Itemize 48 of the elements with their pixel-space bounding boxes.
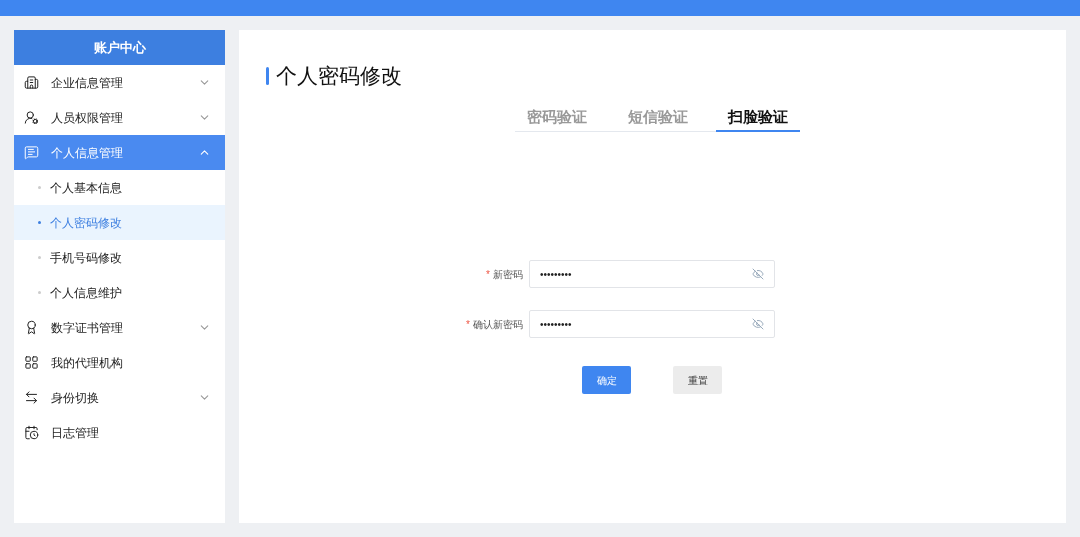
message-icon [24, 145, 39, 160]
arrows-icon [24, 390, 39, 405]
user-icon [24, 110, 39, 125]
sidebar-item[interactable]: 身份切换 [14, 380, 225, 415]
eye-off-icon [752, 318, 764, 330]
bullet-icon [38, 291, 41, 294]
sidebar-subitem[interactable]: 个人基本信息 [14, 170, 225, 205]
sidebar-subitem-label: 个人信息维护 [50, 284, 122, 302]
sidebar-subitem[interactable]: 个人密码修改 [14, 205, 225, 240]
sidebar-title: 账户中心 [14, 30, 225, 65]
required-mark: * [466, 317, 470, 332]
password-field[interactable]: ••••••••• [529, 260, 775, 288]
award-icon [24, 320, 39, 335]
page-title: 个人密码修改 [276, 63, 402, 89]
password-value: ••••••••• [540, 317, 573, 332]
sidebar-item-label: 企业信息管理 [51, 74, 124, 92]
sidebar-subitem-label: 手机号码修改 [50, 249, 122, 267]
field-label: 确认新密码 [473, 317, 523, 332]
sidebar-item-label: 人员权限管理 [51, 109, 124, 127]
field-label: 新密码 [493, 267, 523, 282]
confirm-button[interactable]: 确定 [582, 366, 631, 394]
sidebar-item-label: 数字证书管理 [51, 319, 124, 337]
sidebar-subitem-label: 个人基本信息 [50, 179, 122, 197]
bullet-icon [38, 186, 41, 189]
sidebar-item[interactable]: 我的代理机构 [14, 345, 225, 380]
sidebar-subitem[interactable]: 个人信息维护 [14, 275, 225, 310]
sidebar-item-label: 个人信息管理 [51, 144, 124, 162]
sidebar-item[interactable]: 人员权限管理 [14, 100, 225, 135]
bullet-icon [38, 221, 41, 224]
required-mark: * [486, 267, 490, 282]
password-value: ••••••••• [540, 267, 573, 282]
sidebar-item[interactable]: 日志管理 [14, 415, 225, 450]
password-field[interactable]: ••••••••• [529, 310, 775, 338]
sidebar-item-label: 我的代理机构 [51, 354, 124, 372]
sidebar-item[interactable]: 数字证书管理 [14, 310, 225, 345]
tab[interactable]: 扫脸验证 [716, 105, 800, 132]
eye-off-icon [752, 268, 764, 280]
sidebar-item[interactable]: 企业信息管理 [14, 65, 225, 100]
sidebar-subitem-label: 个人密码修改 [50, 214, 122, 232]
sidebar-item-label: 身份切换 [51, 389, 100, 407]
title-accent [266, 66, 269, 85]
sidebar-subitem[interactable]: 手机号码修改 [14, 240, 225, 275]
grid-icon [24, 355, 39, 370]
sidebar-item-label: 日志管理 [51, 424, 100, 442]
bullet-icon [38, 256, 41, 259]
building-icon [24, 75, 39, 90]
calendar-icon [24, 425, 39, 440]
reset-button[interactable]: 重置 [673, 366, 722, 394]
